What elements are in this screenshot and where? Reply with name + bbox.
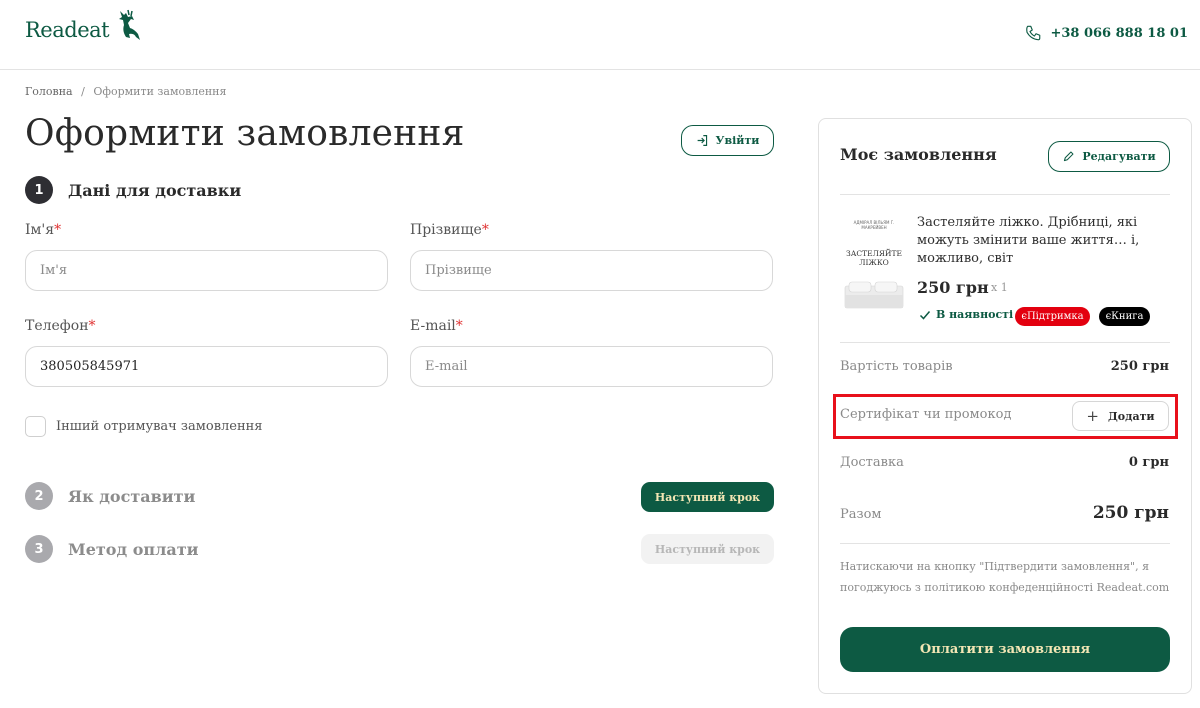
delivery-label: Доставка: [840, 455, 904, 470]
email-input[interactable]: [410, 346, 773, 387]
other-recipient-label: Інший отримувач замовлення: [56, 419, 263, 434]
stock-status: В наявності: [919, 308, 1013, 321]
phone-icon: [1026, 25, 1041, 41]
required-mark: *: [481, 222, 489, 238]
edit-button-label: Редагувати: [1082, 150, 1156, 163]
breadcrumb-separator: /: [81, 85, 85, 98]
book-quantity: x 1: [991, 281, 1008, 294]
breadcrumb-current: Оформити замовлення: [93, 85, 227, 98]
order-title: Моє замовлення: [840, 145, 997, 164]
plus-icon: +: [1086, 407, 1099, 425]
first-name-input[interactable]: [25, 250, 388, 291]
last-name-input[interactable]: [410, 250, 773, 291]
login-button[interactable]: Увійти: [681, 125, 774, 156]
cover-author: АДМІРАЛ ВІЛЬЯМ Г. МАКРЕЙВЕН: [853, 220, 895, 231]
step-title: Як доставити: [68, 486, 196, 506]
step-title: Метод оплати: [68, 539, 199, 559]
checkmark-icon: [919, 310, 931, 320]
total-label: Разом: [840, 507, 882, 522]
step-delivery-method[interactable]: 2 Як доставити: [25, 482, 195, 510]
login-button-label: Увійти: [715, 134, 760, 147]
step-number: 3: [25, 535, 53, 563]
phone-label-text: Телефон: [25, 318, 89, 334]
stock-label: В наявності: [936, 308, 1014, 321]
divider: [840, 543, 1170, 544]
divider: [840, 342, 1170, 343]
deer-icon: [119, 9, 140, 40]
step-delivery-data: 1 Дані для доставки: [25, 176, 241, 204]
privacy-terms-text: Натискаючи на кнопку "Підтвердити замовл…: [840, 560, 1170, 594]
other-recipient-checkbox[interactable]: [25, 416, 46, 437]
pencil-icon: [1064, 151, 1074, 162]
required-mark: *: [455, 318, 463, 334]
phone-link[interactable]: +38 066 888 18 01: [1024, 24, 1188, 42]
breadcrumb-home[interactable]: Головна: [25, 85, 73, 98]
book-cover[interactable]: АДМІРАЛ ВІЛЬЯМ Г. МАКРЕЙВЕН ЗАСТЕЛЯЙТЕ Л…: [840, 216, 907, 324]
email-label-text: E-mail: [410, 318, 456, 334]
phone-number: +38 066 888 18 01: [1050, 25, 1188, 41]
login-arrow-icon: [697, 135, 707, 146]
logo[interactable]: Readeat: [25, 18, 110, 42]
order-summary: Моє замовлення Редагувати АДМІРАЛ ВІЛЬЯМ…: [818, 118, 1192, 694]
divider: [840, 194, 1170, 195]
step-number: 1: [25, 176, 53, 204]
last-name-label-text: Прізвище: [410, 222, 482, 238]
ebook-badge: єКнига: [1099, 307, 1150, 326]
cover-title: ЗАСТЕЛЯЙТЕ ЛІЖКО: [846, 249, 902, 267]
support-badge: єПідтримка: [1015, 307, 1090, 326]
items-cost-label: Вартість товарів: [840, 359, 953, 374]
book-title[interactable]: Застеляйте ліжко. Дрібниці, які можуть з…: [917, 214, 1157, 268]
step-payment-method[interactable]: 3 Метод оплати: [25, 535, 199, 563]
first-name-label-text: Ім'я: [25, 222, 55, 238]
page-title: Оформити замовлення: [25, 113, 465, 154]
step-title: Дані для доставки: [68, 180, 242, 200]
pay-order-button[interactable]: Оплатити замовлення: [840, 627, 1170, 672]
total-value: 250 грн: [1092, 503, 1169, 523]
edit-order-button[interactable]: Редагувати: [1048, 141, 1170, 172]
phone-input[interactable]: [25, 346, 388, 387]
add-promo-label: Додати: [1108, 409, 1155, 423]
phone-label: Телефон*: [25, 318, 96, 334]
required-mark: *: [54, 222, 62, 238]
site-header: Readeat +38 066 888 18 01: [0, 0, 1200, 70]
next-step-button-disabled: Наступний крок: [641, 534, 774, 564]
breadcrumb: Головна / Оформити замовлення: [25, 85, 226, 98]
other-recipient-option[interactable]: Інший отримувач замовлення: [25, 416, 263, 437]
first-name-label: Ім'я*: [25, 222, 61, 238]
logo-text: Readeat: [25, 18, 110, 42]
next-step-button[interactable]: Наступний крок: [641, 482, 774, 512]
items-cost-value: 250 грн: [1110, 359, 1169, 374]
step-number: 2: [25, 482, 53, 510]
bed-illustration: [844, 281, 904, 309]
email-label: E-mail*: [410, 318, 463, 334]
add-promo-button[interactable]: + Додати: [1072, 401, 1169, 431]
last-name-label: Прізвище*: [410, 222, 489, 238]
delivery-value: 0 грн: [1128, 455, 1169, 470]
promo-label: Сертифікат чи промокод: [840, 407, 1012, 422]
required-mark: *: [88, 318, 96, 334]
book-price: 250 грн: [917, 278, 989, 297]
